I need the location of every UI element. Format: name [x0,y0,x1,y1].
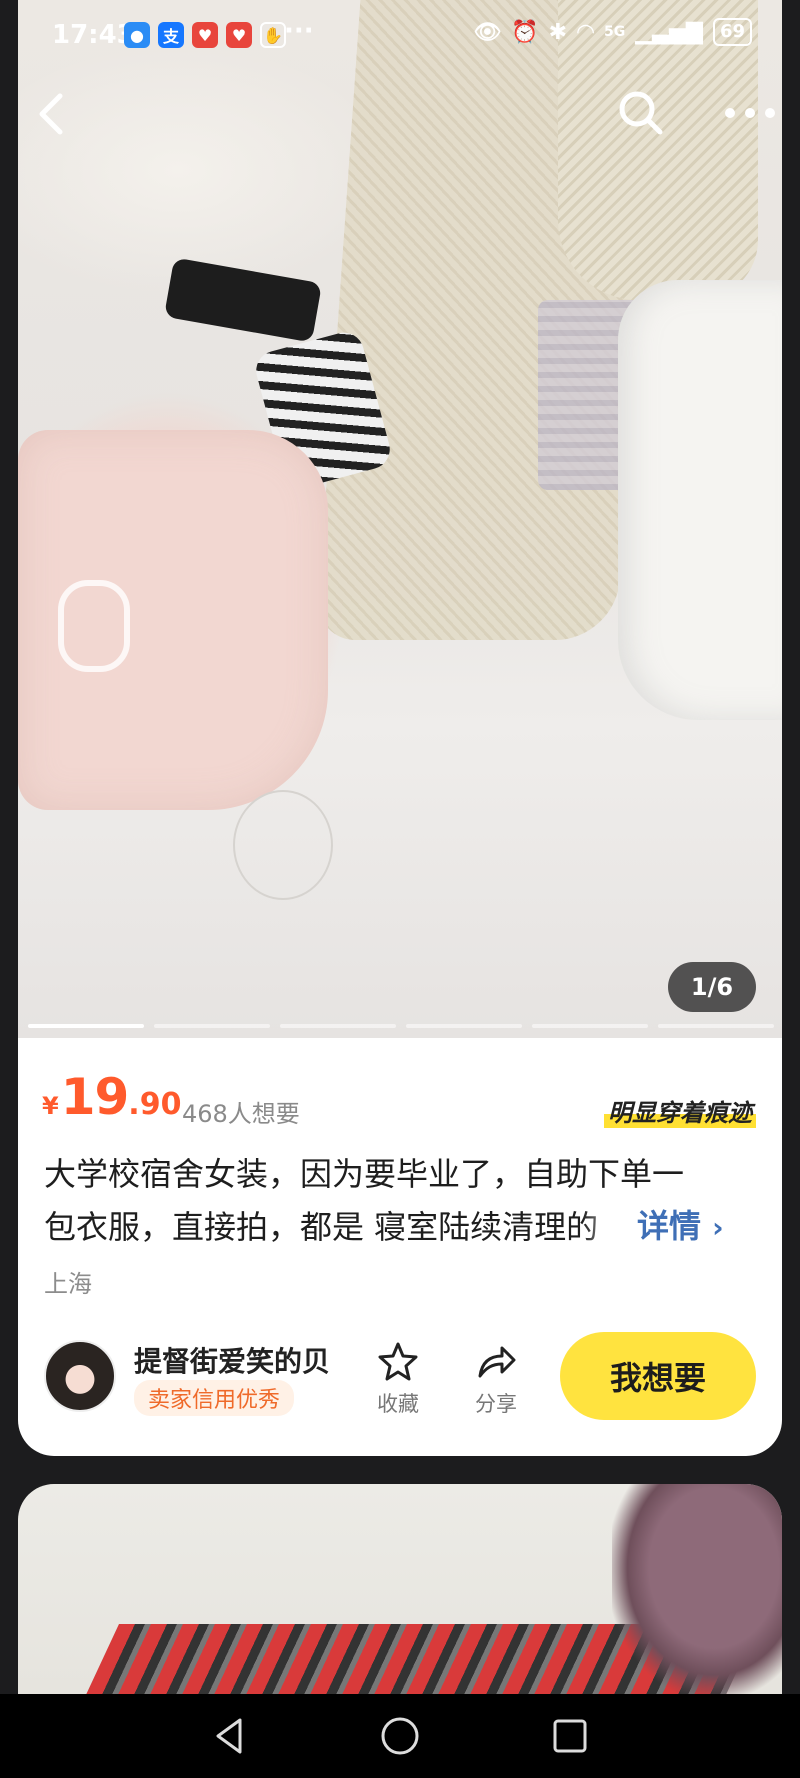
chevron-right-icon: › [712,1211,724,1244]
photo-content [163,257,323,343]
progress-segment [280,1024,396,1028]
price: ¥ 19 .90 [42,1068,181,1126]
description-line: 大学校宿舍女装，因为要毕业了，自助下单一 [44,1155,685,1193]
photo-content [233,790,333,900]
system-home-button[interactable] [378,1714,422,1758]
favorite-label: 收藏 [377,1392,419,1416]
description-line-with-detail: 包衣服，直接拍，都是 寝室陆续清理的 详情 › [44,1200,760,1254]
image-pager: 1/6 [668,962,756,1012]
qq-icon: ● [124,22,150,48]
hand-icon: ✋ [260,22,286,48]
price-decimal: .90 [128,1087,182,1122]
search-button[interactable] [616,88,666,138]
location: 上海 [44,1270,92,1298]
next-product-card[interactable] [18,1484,782,1694]
description-line: 包衣服，直接拍，都是 寝室陆续清理的 [44,1208,599,1246]
taobao-618-icon: ♥ [192,22,218,48]
want-button[interactable]: 我想要 [560,1332,756,1420]
progress-segment [532,1024,648,1028]
progress-segment [406,1024,522,1028]
battery-icon: 69 [712,18,752,46]
want-count: 468人想要 [182,1100,300,1128]
photo-content [18,430,328,810]
bluetooth-icon: ✱ [548,19,568,45]
product-photo[interactable] [18,0,782,1038]
back-icon [39,93,63,135]
product-description[interactable]: 大学校宿舍女装，因为要毕业了，自助下单一 包衣服，直接拍，都是 寝室陆续清理的 … [44,1148,760,1254]
progress-segment [28,1024,144,1028]
progress-segment [154,1024,270,1028]
share-icon [478,1346,516,1378]
progress-segment [658,1024,774,1028]
square-recents-icon [553,1719,587,1753]
taobao-618-icon: ♥ [226,22,252,48]
seller-avatar[interactable] [44,1340,116,1412]
favorite-button[interactable]: 收藏 [368,1340,428,1418]
photo-content [612,1484,782,1694]
condition-tag: 明显穿着痕迹 [604,1093,756,1128]
search-icon [619,91,663,135]
seller-name[interactable]: 提督街爱笑的贝 [134,1340,330,1380]
more-icon [725,108,775,118]
detail-link-label: 详情 [637,1207,702,1245]
star-icon [378,1342,418,1381]
detail-link[interactable]: 详情 › [637,1200,724,1254]
wifi-icon: ◠ [577,19,595,45]
price-integer: 19 [60,1068,130,1126]
image-progress [28,1024,774,1029]
status-time: 17:43 [52,20,135,50]
photo-content [618,280,782,720]
share-button[interactable]: 分享 [466,1340,526,1418]
back-button[interactable] [34,88,70,140]
more-options-button[interactable] [722,98,778,128]
circle-home-icon [381,1717,419,1755]
alarm-icon: ⏰ [511,19,539,45]
eye-icon: 👁 [473,19,502,45]
seller-credit-badge: 卖家信用优秀 [134,1380,295,1416]
signal-icon: 5G [604,24,626,40]
signal-bars-icon: ▁▃▅▇ [635,19,703,45]
system-navigation-bar [0,1694,800,1778]
status-bar: 17:43 ● 支 ♥ ♥ ✋ ··· 👁 ⏰ ✱ ◠ 5G ▁▃▅▇ 69 [0,0,800,74]
notification-icons: ● 支 ♥ ♥ ✋ [124,22,286,48]
system-recents-button[interactable] [548,1714,592,1758]
system-indicators: 👁 ⏰ ✱ ◠ 5G ▁▃▅▇ 69 [473,18,752,46]
status-more-icon: ··· [284,16,314,46]
system-back-button[interactable] [208,1714,252,1758]
alipay-icon: 支 [158,22,184,48]
price-currency: ¥ [42,1092,59,1120]
triangle-back-icon [216,1718,242,1754]
product-info-card[interactable]: ¥ 19 .90 468人想要 明显穿着痕迹 大学校宿舍女装，因为要毕业了，自助… [18,1038,782,1456]
share-label: 分享 [475,1392,517,1416]
